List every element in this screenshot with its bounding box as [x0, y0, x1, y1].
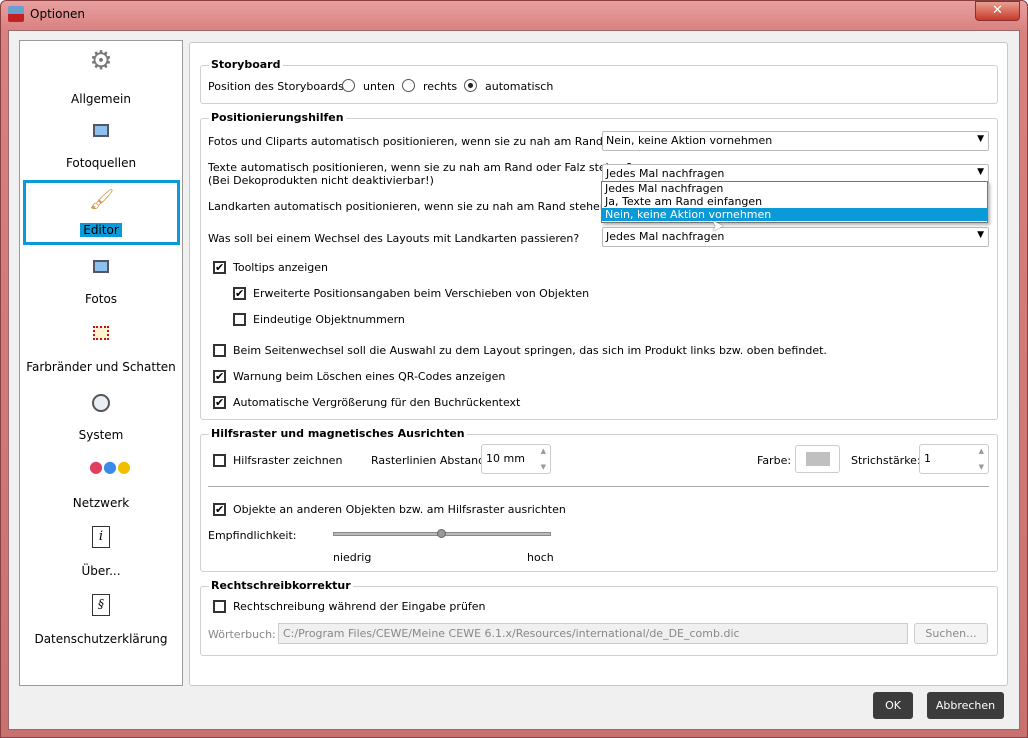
photo-icon	[89, 256, 113, 280]
checkbox-label: Erweiterte Positionsangaben beim Verschi…	[253, 287, 590, 300]
close-button[interactable]: ✕	[975, 1, 1020, 21]
group-title: Positionierungshilfen	[209, 111, 346, 124]
spellcheck-checkbox[interactable]	[213, 600, 226, 613]
checkbox-label: Beim Seitenwechsel soll die Auswahl zu d…	[233, 344, 827, 357]
spin-up-icon[interactable]: ▲	[979, 447, 984, 455]
sidebar-item-fotos[interactable]: Fotos	[20, 253, 182, 313]
extended-position-checkbox[interactable]: ✔	[233, 287, 246, 300]
sidebar-item-datenschutz[interactable]: § Datenschutzerklärung	[20, 591, 182, 651]
texts-position-dropdown-list: Jedes Mal nachfragen Ja, Texte am Rand e…	[601, 181, 988, 223]
spellcheck-group: Rechtschreibkorrektur	[200, 579, 998, 656]
options-sidebar: ⚙ Allgemein Fotoquellen 🖌 Editor Fotos Far…	[19, 40, 183, 686]
sensitivity-label: Empfindlichkeit:	[208, 529, 297, 542]
checkbox-label: Objekte an anderen Objekten bzw. am Hilf…	[233, 503, 566, 516]
checkbox-label: Eindeutige Objektnummern	[253, 313, 405, 326]
dropdown-option[interactable]: Ja, Texte am Rand einfangen	[602, 195, 987, 208]
layout-maps-select[interactable]: Jedes Mal nachfragen ▼	[602, 227, 989, 247]
radio-label: rechts	[423, 80, 458, 93]
stroke-spinbox[interactable]: 1 ▲ ▼	[919, 444, 989, 474]
draw-grid-checkbox[interactable]	[213, 454, 226, 467]
dropdown-option-highlighted[interactable]: Nein, keine Aktion vornehmen	[602, 208, 987, 221]
spin-up-icon[interactable]: ▲	[541, 447, 546, 455]
q-layout-label: Was soll bei einem Wechsel des Layouts m…	[208, 232, 580, 245]
stroke-label: Strichstärke:	[851, 454, 921, 467]
q-maps-label: Landkarten automatisch positionieren, we…	[208, 200, 613, 213]
page-change-checkbox[interactable]	[213, 344, 226, 357]
group-title: Hilfsraster und magnetisches Ausrichten	[209, 427, 467, 440]
radio-unten[interactable]	[342, 79, 355, 92]
grid-spacing-spinbox[interactable]: 10 mm ▲ ▼	[481, 444, 551, 474]
radio-label: automatisch	[485, 80, 554, 93]
radio-label: unten	[363, 80, 395, 93]
select-value: Jedes Mal nachfragen	[606, 230, 725, 243]
spin-down-icon[interactable]: ▼	[979, 463, 984, 471]
system-icon	[89, 391, 113, 415]
dropdown-option[interactable]: Jedes Mal nachfragen	[602, 182, 987, 195]
q-texts-label: Texte automatisch positionieren, wenn si…	[208, 161, 633, 174]
window-title: Optionen	[30, 7, 86, 21]
color-swatch	[806, 452, 830, 466]
checkbox-label: Automatische Vergrößerung für den Buchrü…	[233, 396, 521, 409]
storyboard-position-label: Position des Storyboards:	[208, 80, 348, 93]
select-value: Jedes Mal nachfragen	[606, 167, 725, 180]
mouse-cursor-icon: ➤	[711, 216, 725, 235]
chevron-down-icon: ▼	[977, 230, 984, 240]
sidebar-item-editor[interactable]: 🖌 Editor	[20, 183, 182, 243]
sidebar-item-allgemein[interactable]: ⚙ Allgemein	[20, 45, 182, 107]
q-photos-label: Fotos und Cliparts automatisch positioni…	[208, 135, 650, 148]
sidebar-item-farbraender[interactable]: Farbränder und Schatten	[20, 321, 182, 381]
group-title: Storyboard	[209, 58, 283, 71]
cancel-button[interactable]: Abbrechen	[927, 692, 1004, 719]
spine-zoom-checkbox[interactable]: ✔	[213, 396, 226, 409]
spin-value: 10 mm	[486, 452, 525, 465]
chevron-down-icon: ▼	[977, 167, 984, 177]
align-objects-checkbox[interactable]: ✔	[213, 503, 226, 516]
spin-value: 1	[924, 452, 931, 465]
checkbox-label: Warnung beim Löschen eines QR-Codes anze…	[233, 370, 506, 383]
group-title: Rechtschreibkorrektur	[209, 579, 353, 592]
spin-down-icon[interactable]: ▼	[541, 463, 546, 471]
sidebar-item-ueber[interactable]: i Über...	[20, 523, 182, 583]
dictionary-path-field[interactable]: C:/Program Files/CEWE/Meine CEWE 6.1.x/R…	[278, 623, 908, 644]
photo-icon	[89, 120, 113, 144]
checkbox-label: Tooltips anzeigen	[233, 261, 328, 274]
tooltips-checkbox[interactable]: ✔	[213, 261, 226, 274]
browse-button[interactable]: Suchen...	[914, 623, 988, 644]
ok-button[interactable]: OK	[873, 692, 913, 719]
unique-numbers-checkbox[interactable]	[233, 313, 246, 326]
slider-thumb[interactable]	[437, 529, 446, 538]
info-icon: i	[89, 525, 113, 549]
slider-high-label: hoch	[527, 551, 554, 564]
select-value: Nein, keine Aktion vornehmen	[606, 134, 773, 147]
slider-low-label: niedrig	[333, 551, 372, 564]
sidebar-item-system[interactable]: System	[20, 389, 182, 449]
gear-icon: ⚙	[89, 46, 113, 76]
paragraph-icon: §	[89, 593, 113, 617]
qr-warning-checkbox[interactable]: ✔	[213, 370, 226, 383]
radio-automatisch[interactable]	[464, 79, 477, 92]
color-picker-button[interactable]	[795, 445, 840, 473]
chevron-down-icon: ▼	[977, 134, 984, 144]
sidebar-item-fotoquellen[interactable]: Fotoquellen	[20, 117, 182, 177]
radio-rechts[interactable]	[402, 79, 415, 92]
title-bar[interactable]: Optionen ✕	[0, 0, 1028, 30]
app-icon	[8, 6, 24, 22]
sidebar-item-netzwerk[interactable]: ●●● Netzwerk	[20, 455, 182, 515]
checkbox-label: Hilfsraster zeichnen	[233, 454, 343, 467]
photos-position-select[interactable]: Nein, keine Aktion vornehmen ▼	[602, 131, 989, 151]
brush-icon: 🖌	[89, 187, 115, 211]
checkbox-label: Rechtschreibung während der Eingabe prüf…	[233, 600, 486, 613]
frame-icon	[89, 322, 113, 346]
divider	[208, 486, 989, 487]
grid-spacing-label: Rasterlinien Abstand:	[371, 454, 489, 467]
dictionary-label: Wörterbuch:	[208, 628, 276, 641]
q-texts-note: (Bei Dekoprodukten nicht deaktivierbar!)	[208, 174, 434, 187]
color-label: Farbe:	[757, 454, 792, 467]
network-icon: ●●●	[89, 457, 131, 476]
